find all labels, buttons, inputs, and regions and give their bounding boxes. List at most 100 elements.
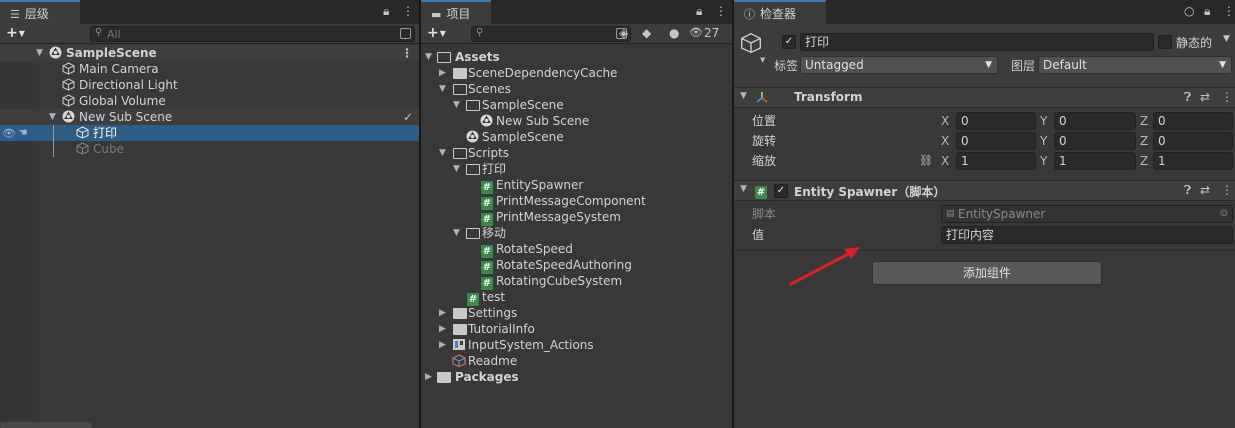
component-enabled-checkbox[interactable]: ✓ <box>774 184 788 198</box>
folder-open-icon <box>466 228 480 239</box>
debug-mode-icon[interactable]: ○ <box>1184 4 1194 18</box>
entity-spawner-title: Entity Spawner（脚本） <box>794 185 946 199</box>
fold-arrow-icon[interactable]: ▼ <box>49 109 56 125</box>
folder-open-icon <box>466 100 480 111</box>
project-item[interactable]: ▶ Settings <box>421 305 732 321</box>
folder-open-icon <box>453 84 467 95</box>
project-panel: ▬ 项目 🔒︎ ⋮ +▼ ⚲ ◈ ◆ ● 👁︎ 27 ▼ Assets ▶ Scene… <box>421 0 732 428</box>
active-checkbox[interactable]: ✓ <box>782 35 796 49</box>
project-item[interactable]: ▼ 打印 <box>421 161 732 177</box>
rotation-row: 旋转 X 0 Y 0 Z 0 <box>734 131 1235 151</box>
icon-dropdown-arrow-icon[interactable]: ▼ <box>760 56 765 64</box>
project-item[interactable]: # PrintMessageSystem <box>421 209 732 226</box>
project-item[interactable]: ▼ 移动 <box>421 225 732 241</box>
project-item[interactable]: ▼ Scripts <box>421 145 732 161</box>
tab-project[interactable]: ▬ 项目 <box>421 0 491 24</box>
hierarchy-item-selected[interactable]: 👁︎ ☚ 打印 <box>0 125 419 157</box>
gameobject-cube-icon[interactable] <box>740 32 762 57</box>
checkmark-icon[interactable]: ✓ <box>403 109 413 125</box>
project-item[interactable]: ▼ Scenes <box>421 81 732 97</box>
lock-icon[interactable]: 🔒︎ <box>696 4 702 19</box>
position-z-field[interactable]: 0 <box>1153 112 1233 130</box>
project-item[interactable]: ▶ Packages <box>421 369 732 385</box>
static-dropdown-arrow-icon[interactable]: ▼ <box>1223 34 1230 44</box>
horizontal-scrollbar[interactable] <box>0 422 92 428</box>
project-item[interactable]: # PrintMessageComponent <box>421 193 732 210</box>
hierarchy-item[interactable]: Main Camera <box>0 61 419 77</box>
project-item[interactable]: # test <box>421 289 732 306</box>
hierarchy-item[interactable]: Global Volume <box>0 93 419 109</box>
hierarchy-search[interactable]: ⚲ <box>90 26 415 42</box>
csharp-script-icon: # <box>481 245 493 258</box>
project-item[interactable]: ▼ SampleScene <box>421 97 732 113</box>
more-menu-icon[interactable]: ⋮ <box>402 4 414 18</box>
help-icon[interactable]: ❓︎ <box>1184 90 1191 105</box>
component-menu-icon[interactable]: ⋮ <box>1221 183 1233 197</box>
fold-arrow-icon[interactable]: ▼ <box>36 45 43 61</box>
position-x-field[interactable]: 0 <box>956 112 1036 130</box>
component-menu-icon[interactable]: ⋮ <box>1221 90 1233 104</box>
info-circle-icon[interactable]: ● <box>669 26 679 40</box>
tab-hierarchy[interactable]: ☰ 层级 <box>0 0 80 24</box>
project-item[interactable]: ▶ SceneDependencyCache <box>421 65 732 81</box>
project-item[interactable]: Readme <box>421 353 732 369</box>
project-item[interactable]: # RotateSpeedAuthoring <box>421 257 732 274</box>
presets-icon[interactable]: ⇄ <box>1200 183 1210 197</box>
value-text-field[interactable]: 打印内容 <box>941 226 1233 244</box>
add-button[interactable]: +▼ <box>6 25 25 41</box>
more-menu-icon[interactable]: ⋮ <box>1223 4 1235 18</box>
lock-icon[interactable]: 🔒︎ <box>1204 4 1210 19</box>
help-icon[interactable]: ❓︎ <box>1184 183 1191 198</box>
tag-dropdown[interactable]: Untagged ▼ <box>800 56 998 74</box>
more-menu-icon[interactable]: ⋮ <box>715 4 727 18</box>
constrain-proportions-icon[interactable]: ⛓︎ <box>919 151 933 171</box>
hierarchy-tabbar: ☰ 层级 🔒︎ ⋮ <box>0 0 419 24</box>
filter-by-type-icon[interactable]: ◈ <box>619 26 628 40</box>
hierarchy-item-disabled[interactable]: Cube <box>0 141 419 157</box>
project-item[interactable]: ▶ TutorialInfo <box>421 321 732 337</box>
scale-y-field[interactable]: 1 <box>1054 152 1136 170</box>
presets-icon[interactable]: ⇄ <box>1200 90 1210 104</box>
search-input[interactable] <box>107 27 394 41</box>
object-name-field[interactable]: 打印 <box>800 33 1154 51</box>
hierarchy-item[interactable]: Directional Light <box>0 77 419 93</box>
list-icon: ☰ <box>10 8 20 21</box>
rotation-x-field[interactable]: 0 <box>956 132 1036 150</box>
entity-spawner-header[interactable]: ▼ # ✓ Entity Spawner（脚本） ❓︎ ⇄ ⋮ <box>734 180 1235 201</box>
rotation-y-field[interactable]: 0 <box>1054 132 1136 150</box>
hierarchy-item-subscene[interactable]: ▼ New Sub Scene ✓ <box>0 109 419 125</box>
scale-z-field[interactable]: 1 <box>1153 152 1233 170</box>
project-item[interactable]: ▼ Assets <box>421 49 732 65</box>
project-item[interactable]: SampleScene <box>421 129 732 145</box>
position-label: 位置 <box>752 114 777 128</box>
fold-arrow-icon[interactable]: ▼ <box>740 91 747 101</box>
static-checkbox[interactable] <box>1158 35 1172 49</box>
layer-dropdown[interactable]: Default ▼ <box>1038 56 1232 74</box>
project-item[interactable]: # EntitySpawner <box>421 177 732 194</box>
project-item[interactable]: ▶ InputSystem_Actions <box>421 337 732 353</box>
search-filter-icon[interactable] <box>400 28 411 39</box>
scene-menu-icon[interactable]: ⋮ <box>401 45 413 61</box>
fold-arrow-icon[interactable]: ▼ <box>740 184 747 194</box>
filter-by-label-icon[interactable]: ◆ <box>642 26 651 40</box>
transform-header[interactable]: ▼ Transform ❓︎ ⇄ ⋮ <box>734 87 1235 108</box>
item-label: Main Camera <box>79 62 159 76</box>
scene-row[interactable]: ▼ SampleScene ⋮ <box>0 45 419 61</box>
rotation-z-field[interactable]: 0 <box>1153 132 1233 150</box>
add-button[interactable]: +▼ <box>427 25 446 41</box>
scale-x-field[interactable]: 1 <box>956 152 1036 170</box>
project-search[interactable]: ⚲ <box>471 26 631 42</box>
search-input[interactable] <box>488 27 610 41</box>
lock-icon[interactable]: 🔒︎ <box>383 4 389 19</box>
visibility-eye-icon[interactable]: 👁︎ <box>2 126 16 142</box>
project-toolbar: +▼ ⚲ ◈ ◆ ● 👁︎ 27 <box>421 24 732 44</box>
project-item[interactable]: # RotatingCubeSystem <box>421 273 732 290</box>
pick-hand-icon[interactable]: ☚ <box>18 125 28 141</box>
hidden-packages-icon[interactable]: 👁︎ <box>689 26 703 39</box>
object-picker-icon[interactable]: ⊙ <box>1220 206 1228 222</box>
tab-inspector[interactable]: ⓘ 检查器 <box>734 0 826 24</box>
position-y-field[interactable]: 0 <box>1054 112 1136 130</box>
project-item[interactable]: New Sub Scene <box>421 113 732 129</box>
project-item[interactable]: # RotateSpeed <box>421 241 732 258</box>
add-component-button[interactable]: 添加组件 <box>872 261 1102 285</box>
